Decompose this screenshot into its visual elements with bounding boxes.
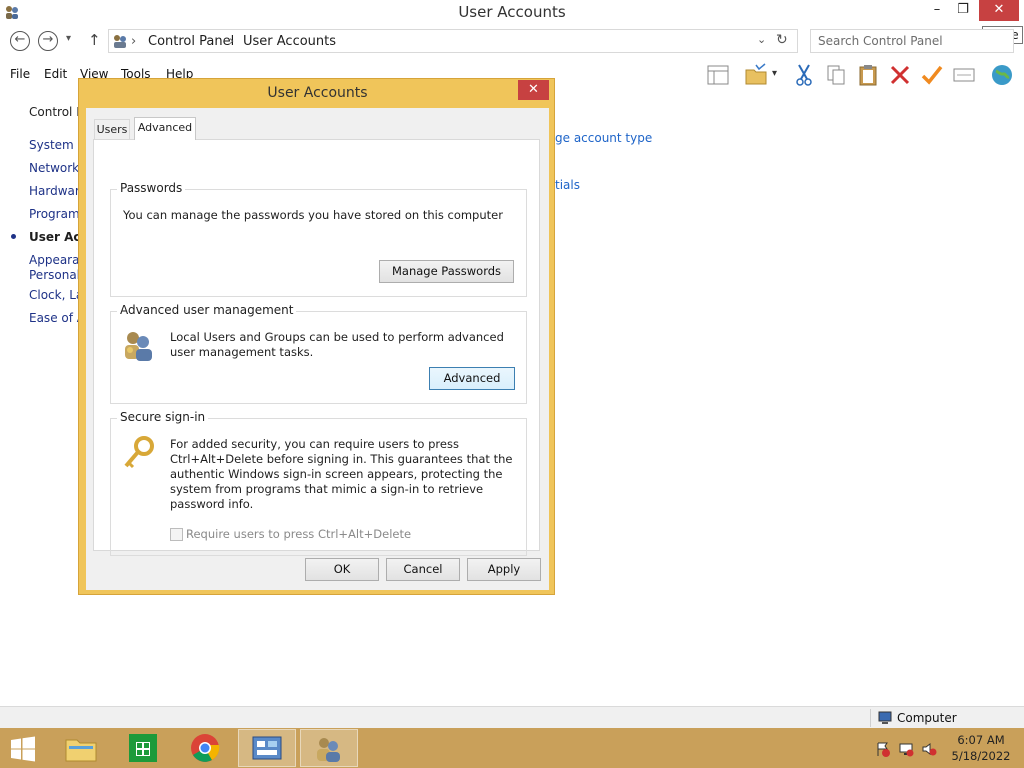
status-separator (870, 709, 871, 727)
secure-sign-in-description: For added security, you can require user… (170, 437, 513, 511)
taskbar-clock[interactable]: 6:07 AM 5/18/2022 (948, 732, 1014, 764)
apply-button[interactable]: Apply (467, 558, 541, 581)
tab-users[interactable]: Users (94, 119, 130, 140)
advanced-button[interactable]: Advanced (429, 367, 515, 390)
cut-icon[interactable] (792, 63, 816, 87)
back-arrow-icon[interactable]: ← (10, 31, 30, 51)
advanced-user-management-label: Advanced user management (117, 303, 297, 317)
folder-options-icon[interactable] (744, 63, 768, 87)
require-ctrl-alt-delete-checkbox[interactable] (170, 528, 183, 541)
cancel-button[interactable]: Cancel (386, 558, 460, 581)
toolbar: ▾ (700, 60, 1024, 90)
copy-icon[interactable] (824, 63, 848, 87)
advanced-tab-panel: Passwords You can manage the passwords y… (93, 139, 540, 556)
taskbar-chrome[interactable] (176, 729, 234, 767)
change-account-type-link[interactable]: ge account type (555, 131, 652, 145)
delete-icon[interactable] (888, 63, 912, 87)
nav-ease-of-access[interactable]: Ease of A (29, 311, 85, 325)
advanced-user-management-description: Local Users and Groups can be used to pe… (170, 330, 504, 359)
taskbar-file-explorer[interactable] (52, 729, 110, 767)
volume-muted-icon[interactable] (921, 741, 937, 757)
dialog-close-button[interactable]: ✕ (518, 80, 549, 100)
action-center-flag-icon[interactable] (875, 741, 891, 757)
taskbar: 6:07 AM 5/18/2022 (0, 728, 1024, 768)
taskbar-store[interactable] (114, 729, 172, 767)
credentials-link[interactable]: tials (555, 178, 580, 192)
clock-date: 5/18/2022 (951, 749, 1011, 763)
key-icon (124, 436, 154, 469)
file-explorer-icon (65, 739, 97, 762)
nav-clock-language[interactable]: Clock, La (29, 288, 83, 302)
passwords-group-label: Passwords (117, 181, 186, 195)
globe-icon[interactable] (990, 63, 1014, 87)
taskbar-user-accounts[interactable] (300, 729, 358, 767)
status-bar: Computer (0, 706, 1024, 728)
address-dropdown-chevron-icon[interactable]: ⌄ (757, 33, 766, 46)
control-panel-icon (114, 35, 126, 48)
clock-time: 6:07 AM (957, 733, 1005, 747)
dialog-title: User Accounts (267, 85, 368, 101)
checkmark-icon[interactable] (920, 63, 944, 87)
manage-passwords-button[interactable]: Manage Passwords (379, 260, 514, 283)
passwords-group: Passwords You can manage the passwords y… (110, 181, 527, 297)
breadcrumb-user-accounts[interactable]: User Accounts (243, 34, 336, 49)
tab-advanced[interactable]: Advanced (134, 117, 196, 140)
start-windows-icon[interactable] (10, 736, 36, 762)
require-ctrl-alt-delete-label: Require users to press Ctrl+Alt+Delete (186, 527, 412, 541)
search-box[interactable] (810, 29, 1014, 53)
user-accounts-taskbar-icon (317, 738, 340, 762)
breadcrumb-control-panel[interactable]: Control Panel (148, 34, 234, 49)
refresh-icon[interactable]: ↻ (776, 32, 788, 48)
advanced-user-management-group: Advanced user management Local Users and… (110, 303, 527, 404)
control-panel-taskbar-icon (252, 736, 282, 760)
menu-file[interactable]: File (10, 67, 30, 81)
address-bar[interactable]: › Control Panel › User Accounts ⌄ (108, 29, 798, 53)
minimize-button[interactable]: – (926, 0, 948, 21)
users-group-icon (125, 332, 152, 361)
secure-sign-in-label: Secure sign-in (117, 410, 209, 424)
taskbar-control-panel[interactable] (238, 729, 296, 767)
paste-icon[interactable] (856, 63, 880, 87)
network-icon[interactable] (898, 741, 914, 757)
nav-network-internet[interactable]: Network (29, 161, 79, 175)
properties-icon[interactable] (952, 63, 976, 87)
dialog-body: Users Advanced Passwords You can manage … (86, 108, 549, 590)
search-input[interactable] (818, 31, 988, 51)
window-title: User Accounts (458, 3, 566, 21)
up-arrow-icon[interactable]: ↑ (88, 31, 101, 49)
computer-icon (878, 711, 892, 724)
chrome-icon (191, 734, 220, 762)
status-computer-label: Computer (897, 711, 957, 725)
ok-button[interactable]: OK (305, 558, 379, 581)
nav-control-panel-home[interactable]: Control P (29, 105, 83, 119)
active-bullet (11, 234, 16, 239)
window-title-bar: User Accounts – ❐ ✕ (0, 0, 1024, 24)
restore-button[interactable]: ❐ (952, 0, 974, 21)
store-icon (129, 734, 157, 762)
secure-sign-in-group: Secure sign-in For added security, you c… (110, 410, 527, 556)
forward-arrow-icon[interactable]: → (38, 31, 58, 51)
breadcrumb-separator: › (229, 34, 235, 49)
navigation-bar: ← → ▾ ↑ › Control Panel › User Accounts … (0, 28, 1024, 56)
passwords-description: You can manage the passwords you have st… (123, 208, 503, 222)
close-button[interactable]: ✕ (979, 0, 1019, 21)
user-accounts-dialog: User Accounts ✕ Users Advanced Passwords… (78, 78, 555, 595)
menu-edit[interactable]: Edit (44, 67, 67, 81)
layout-pane-icon[interactable] (706, 63, 730, 87)
recent-locations-chevron-icon[interactable]: ▾ (66, 33, 71, 44)
breadcrumb-separator: › (131, 34, 137, 49)
